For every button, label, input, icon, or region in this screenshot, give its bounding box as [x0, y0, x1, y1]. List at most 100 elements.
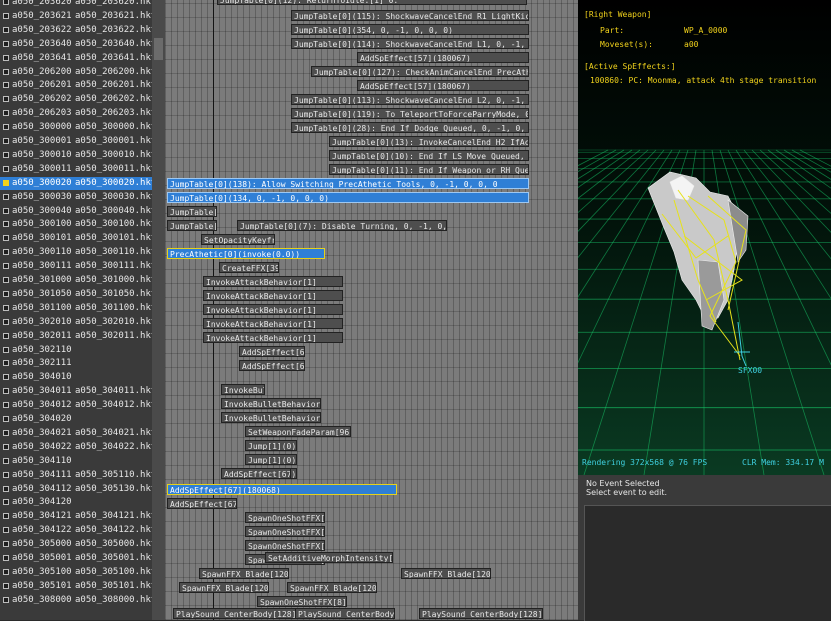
timeline-event[interactable]: PlaySound_CenterBody[128] — [173, 608, 303, 619]
timeline-event[interactable]: JumpTable[0](138): Allow Switching PrecA… — [167, 178, 529, 189]
row-checkbox[interactable] — [3, 193, 9, 200]
row-checkbox[interactable] — [3, 0, 9, 5]
animation-list-item[interactable]: a050_302011 a050_302011.hkt — [0, 330, 156, 343]
row-checkbox[interactable] — [3, 388, 9, 395]
timeline-event[interactable]: InvokeAttackBehavior[1] — [203, 290, 343, 301]
row-checkbox[interactable] — [3, 110, 9, 117]
row-checkbox[interactable] — [3, 82, 9, 89]
row-checkbox[interactable] — [3, 138, 9, 144]
animation-list-item[interactable]: a050_304111 a050_305110.hkt — [0, 469, 156, 482]
animation-list-item[interactable]: a050_305100 a050_305100.hkt — [0, 566, 156, 579]
row-checkbox[interactable] — [3, 54, 9, 61]
timeline-event[interactable]: AddSpEffect[67] — [167, 498, 237, 509]
inspector-panel[interactable] — [584, 505, 831, 621]
animation-list-item[interactable]: a050_300101 a050_300101.hkt — [0, 232, 156, 245]
animation-list-item[interactable]: a050_300110 a050_300110.hkt — [0, 246, 156, 259]
timeline-event[interactable]: SpawnFFX_Blade[120] — [287, 582, 377, 593]
row-checkbox[interactable] — [3, 471, 9, 478]
row-checkbox[interactable] — [3, 568, 9, 575]
row-checkbox[interactable] — [3, 263, 9, 270]
row-checkbox[interactable] — [3, 360, 9, 367]
animation-list-item[interactable]: a050_206201 a050_206201.hkt — [0, 79, 156, 92]
timeline-event[interactable]: PlaySound_CenterBody[128] — [295, 608, 395, 619]
row-checkbox[interactable] — [3, 485, 9, 492]
row-checkbox[interactable] — [3, 68, 9, 75]
timeline-event[interactable]: InvokeAttackBehavior[1] — [203, 276, 343, 287]
timeline-event[interactable]: InvokeAttackBehavior[1] — [203, 332, 343, 343]
timeline-event[interactable]: CreateFFX[396] — [219, 262, 279, 273]
timeline-event[interactable]: SpawnOneShotFFX[8] — [245, 512, 325, 523]
timeline-event[interactable]: SpawnOneShotFFX[8] — [245, 540, 325, 551]
row-checkbox[interactable] — [3, 374, 9, 381]
row-checkbox[interactable] — [3, 221, 9, 228]
animation-list-item[interactable]: a050_305001 a050_305001.hkt — [0, 552, 156, 565]
timeline-event[interactable]: AddSpEffect[67] — [239, 346, 305, 357]
animation-list-item[interactable]: a050_206202 a050_206202.hkt — [0, 93, 156, 106]
timeline-event[interactable]: SpawnFFX_Blade[120] — [199, 568, 289, 579]
timeline-event[interactable]: SetOpacityKeyframe[123] — [201, 234, 275, 245]
timeline-event[interactable]: SpawnOneShotFFX[8] — [245, 526, 325, 537]
row-checkbox[interactable] — [3, 290, 9, 297]
timeline-event[interactable]: SpawnFFX_Blade[120] — [401, 568, 491, 579]
row-checkbox[interactable] — [3, 513, 9, 520]
model-viewport[interactable]: [Right Weapon] Part: WP_A_0000 Moveset(s… — [578, 0, 831, 475]
animation-list-item[interactable]: a050_304010 — [0, 371, 152, 384]
timeline-event[interactable]: SetWeaponFadeParam[96] — [245, 426, 351, 437]
animation-list-item[interactable]: a050_304110 — [0, 455, 152, 468]
timeline-event[interactable]: AddSpEffect[67] — [239, 360, 305, 371]
animation-list-item[interactable]: a050_203622 a050_203622.hkt — [0, 24, 156, 37]
animation-list-item[interactable]: a050_300011 a050_300011.hkt — [0, 163, 156, 176]
row-checkbox[interactable] — [3, 151, 9, 158]
row-checkbox[interactable] — [3, 207, 9, 214]
timeline-event[interactable]: JumpTable[0](127): CheckAnimCancelEnd_Pr… — [311, 66, 529, 77]
row-checkbox[interactable] — [3, 541, 9, 548]
animation-list-item[interactable]: a050_300100 a050_300100.hkt — [0, 218, 156, 231]
row-checkbox[interactable] — [3, 318, 9, 325]
animation-list-item[interactable]: a050_304011 a050_304011.hkt — [0, 385, 156, 398]
row-checkbox[interactable] — [3, 332, 9, 339]
animation-list-item[interactable]: a050_300040 a050_300040.hkt — [0, 205, 156, 218]
row-checkbox[interactable] — [3, 527, 9, 534]
animation-list-item[interactable]: a050_304022 a050_304022.hkt — [0, 441, 156, 454]
timeline-event[interactable]: JumpTable[0](10): End If LS Move Queued,… — [329, 150, 529, 161]
timeline-event[interactable]: InvokeBulletBehavior[1] — [221, 412, 321, 423]
row-checkbox[interactable] — [3, 346, 9, 353]
animation-list-item[interactable]: a050_304121 a050_304121.hkt — [0, 510, 156, 523]
animation-list-item[interactable]: a050_203640 a050_203640.hkt — [0, 38, 156, 51]
timeline-event[interactable]: AddSpEffect[67](180068) — [167, 484, 397, 495]
animation-list-scrollbar[interactable] — [152, 0, 165, 620]
animation-list-item[interactable]: a050_304122 a050_304122.hkt — [0, 524, 156, 537]
row-checkbox[interactable] — [3, 179, 9, 186]
timeline-event[interactable]: JumpTable[0](113): ShockwaveCancelEnd_L2… — [291, 94, 529, 105]
animation-list-item[interactable]: a050_300030 a050_300030.hkt — [0, 191, 156, 204]
animation-list-item[interactable]: a050_203621 a050_203621.hkt — [0, 10, 156, 23]
row-checkbox[interactable] — [3, 12, 9, 19]
animation-list-item[interactable]: a050_300000 a050_300000.hkt — [0, 121, 156, 134]
row-checkbox[interactable] — [3, 235, 9, 242]
animation-list-item[interactable]: a050_304012 a050_304012.hkt — [0, 399, 156, 412]
timeline-event[interactable]: PlaySound_CenterBody[128] — [419, 608, 543, 619]
animation-list-item[interactable]: a050_302010 a050_302010.hkt — [0, 316, 156, 329]
row-checkbox[interactable] — [3, 96, 9, 103]
row-checkbox[interactable] — [3, 457, 9, 464]
animation-list-item[interactable]: a050_203620 a050_203620.hkt — [0, 0, 156, 9]
animation-list-item[interactable]: a050_308000 a050_308000.hkt — [0, 594, 156, 607]
timeline-event[interactable]: AddSpEffect[67] — [221, 468, 291, 479]
timeline-event[interactable]: SpawnFFX_Blade[120] — [179, 582, 269, 593]
timeline-event[interactable]: InvokeAttackBehavior[1] — [203, 318, 343, 329]
row-checkbox[interactable] — [3, 124, 9, 131]
row-checkbox[interactable] — [3, 249, 9, 256]
timeline-event[interactable]: JumpTable[0](12): ReturnToIdle:[1] 0. — [217, 0, 527, 5]
animation-list-item[interactable]: a050_304020 — [0, 413, 152, 426]
row-checkbox[interactable] — [3, 596, 9, 603]
animation-list-item[interactable]: a050_206200 a050_206200.hkt — [0, 66, 156, 79]
event-timeline[interactable]: JumpTable[0](12): ReturnToIdle:[1] 0. Jum… — [165, 0, 578, 620]
row-checkbox[interactable] — [3, 26, 9, 33]
timeline-event[interactable]: JumpTable[0](11): End If Weapon or RH Qu… — [329, 164, 529, 175]
timeline-event[interactable]: AddSpEffect[57](180067) — [357, 80, 529, 91]
timeline-event[interactable]: JumpTable[0](13): InvokeCancelEnd_H2_IfA… — [329, 136, 529, 147]
row-checkbox[interactable] — [3, 555, 9, 561]
timeline-event[interactable]: AddSpEffect[57](180067) — [357, 52, 529, 63]
animation-list-item[interactable]: a050_206203 a050_206203.hkt — [0, 107, 156, 120]
timeline-event[interactable]: JumpTable[0] — [167, 220, 217, 231]
